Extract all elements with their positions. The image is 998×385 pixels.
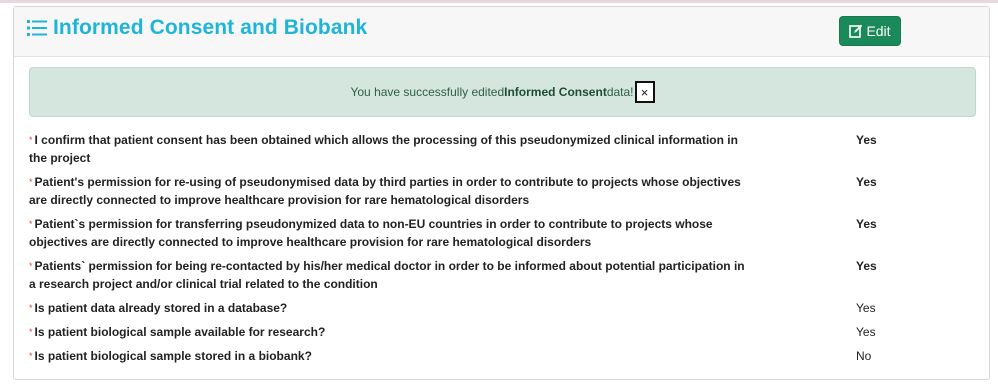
question-row: * Patient's permission for re-using of ps… (29, 173, 976, 215)
question-label: * Is patient biological sample stored in … (29, 347, 749, 365)
alert-prefix: You have successfully edited (350, 85, 505, 99)
edit-button[interactable]: Edit (839, 16, 901, 46)
alert-suffix: data! (606, 85, 634, 99)
question-text: I confirm that patient consent has been … (29, 133, 738, 165)
question-text: Is patient biological sample stored in a… (34, 349, 312, 363)
required-star: * (29, 135, 33, 145)
answer-value: No (856, 349, 872, 363)
consent-questions: * I confirm that patient consent has been… (29, 131, 976, 371)
answer-value: Yes (856, 259, 877, 273)
question-text: Patients` permission for being re-contac… (29, 259, 745, 291)
panel-header: Informed Consent and Biobank Edit (14, 7, 989, 57)
question-row: * Is patient data already stored in a dat… (29, 299, 976, 323)
list-icon (27, 20, 47, 36)
question-row: * Patients` permission for being re-conta… (29, 257, 976, 299)
required-star: * (29, 177, 33, 187)
required-star: * (29, 219, 33, 229)
question-row: * Is patient biological sample available … (29, 323, 976, 347)
edit-button-label: Edit (866, 23, 891, 39)
answer-value: Yes (856, 133, 877, 147)
edit-icon (849, 24, 863, 38)
question-text: Patient's permission for re-using of pse… (29, 175, 741, 207)
question-label: * Patients` permission for being re-conta… (29, 257, 749, 293)
answer-value: Yes (856, 217, 877, 231)
question-row: * I confirm that patient consent has been… (29, 131, 976, 173)
success-alert: You have successfully edited Informed Co… (29, 67, 976, 117)
question-label: * Is patient biological sample available … (29, 323, 749, 341)
alert-emphasis: Informed Consent (504, 85, 607, 99)
required-star: * (29, 327, 33, 337)
required-star: * (29, 303, 33, 313)
question-row: * Patient`s permission for transferring p… (29, 215, 976, 257)
required-star: * (29, 351, 33, 361)
required-star: * (29, 261, 33, 271)
question-label: * I confirm that patient consent has been… (29, 131, 749, 167)
question-row: * Is patient biological sample stored in … (29, 347, 976, 371)
informed-consent-panel: Informed Consent and Biobank Edit You ha… (13, 6, 990, 380)
question-text: Patient`s permission for transferring ps… (29, 217, 713, 249)
question-label: * Is patient data already stored in a dat… (29, 299, 749, 317)
question-label: * Patient's permission for re-using of ps… (29, 173, 749, 209)
top-border-line (0, 0, 998, 3)
question-text: Is patient data already stored in a data… (34, 301, 288, 315)
question-text: Is patient biological sample available f… (34, 325, 326, 339)
answer-value: Yes (856, 325, 876, 339)
question-label: * Patient`s permission for transferring p… (29, 215, 749, 251)
answer-value: Yes (856, 301, 876, 315)
close-icon[interactable]: × (634, 81, 655, 103)
page-title: Informed Consent and Biobank (53, 16, 368, 39)
title-wrap: Informed Consent and Biobank (27, 16, 367, 40)
answer-value: Yes (856, 175, 877, 189)
